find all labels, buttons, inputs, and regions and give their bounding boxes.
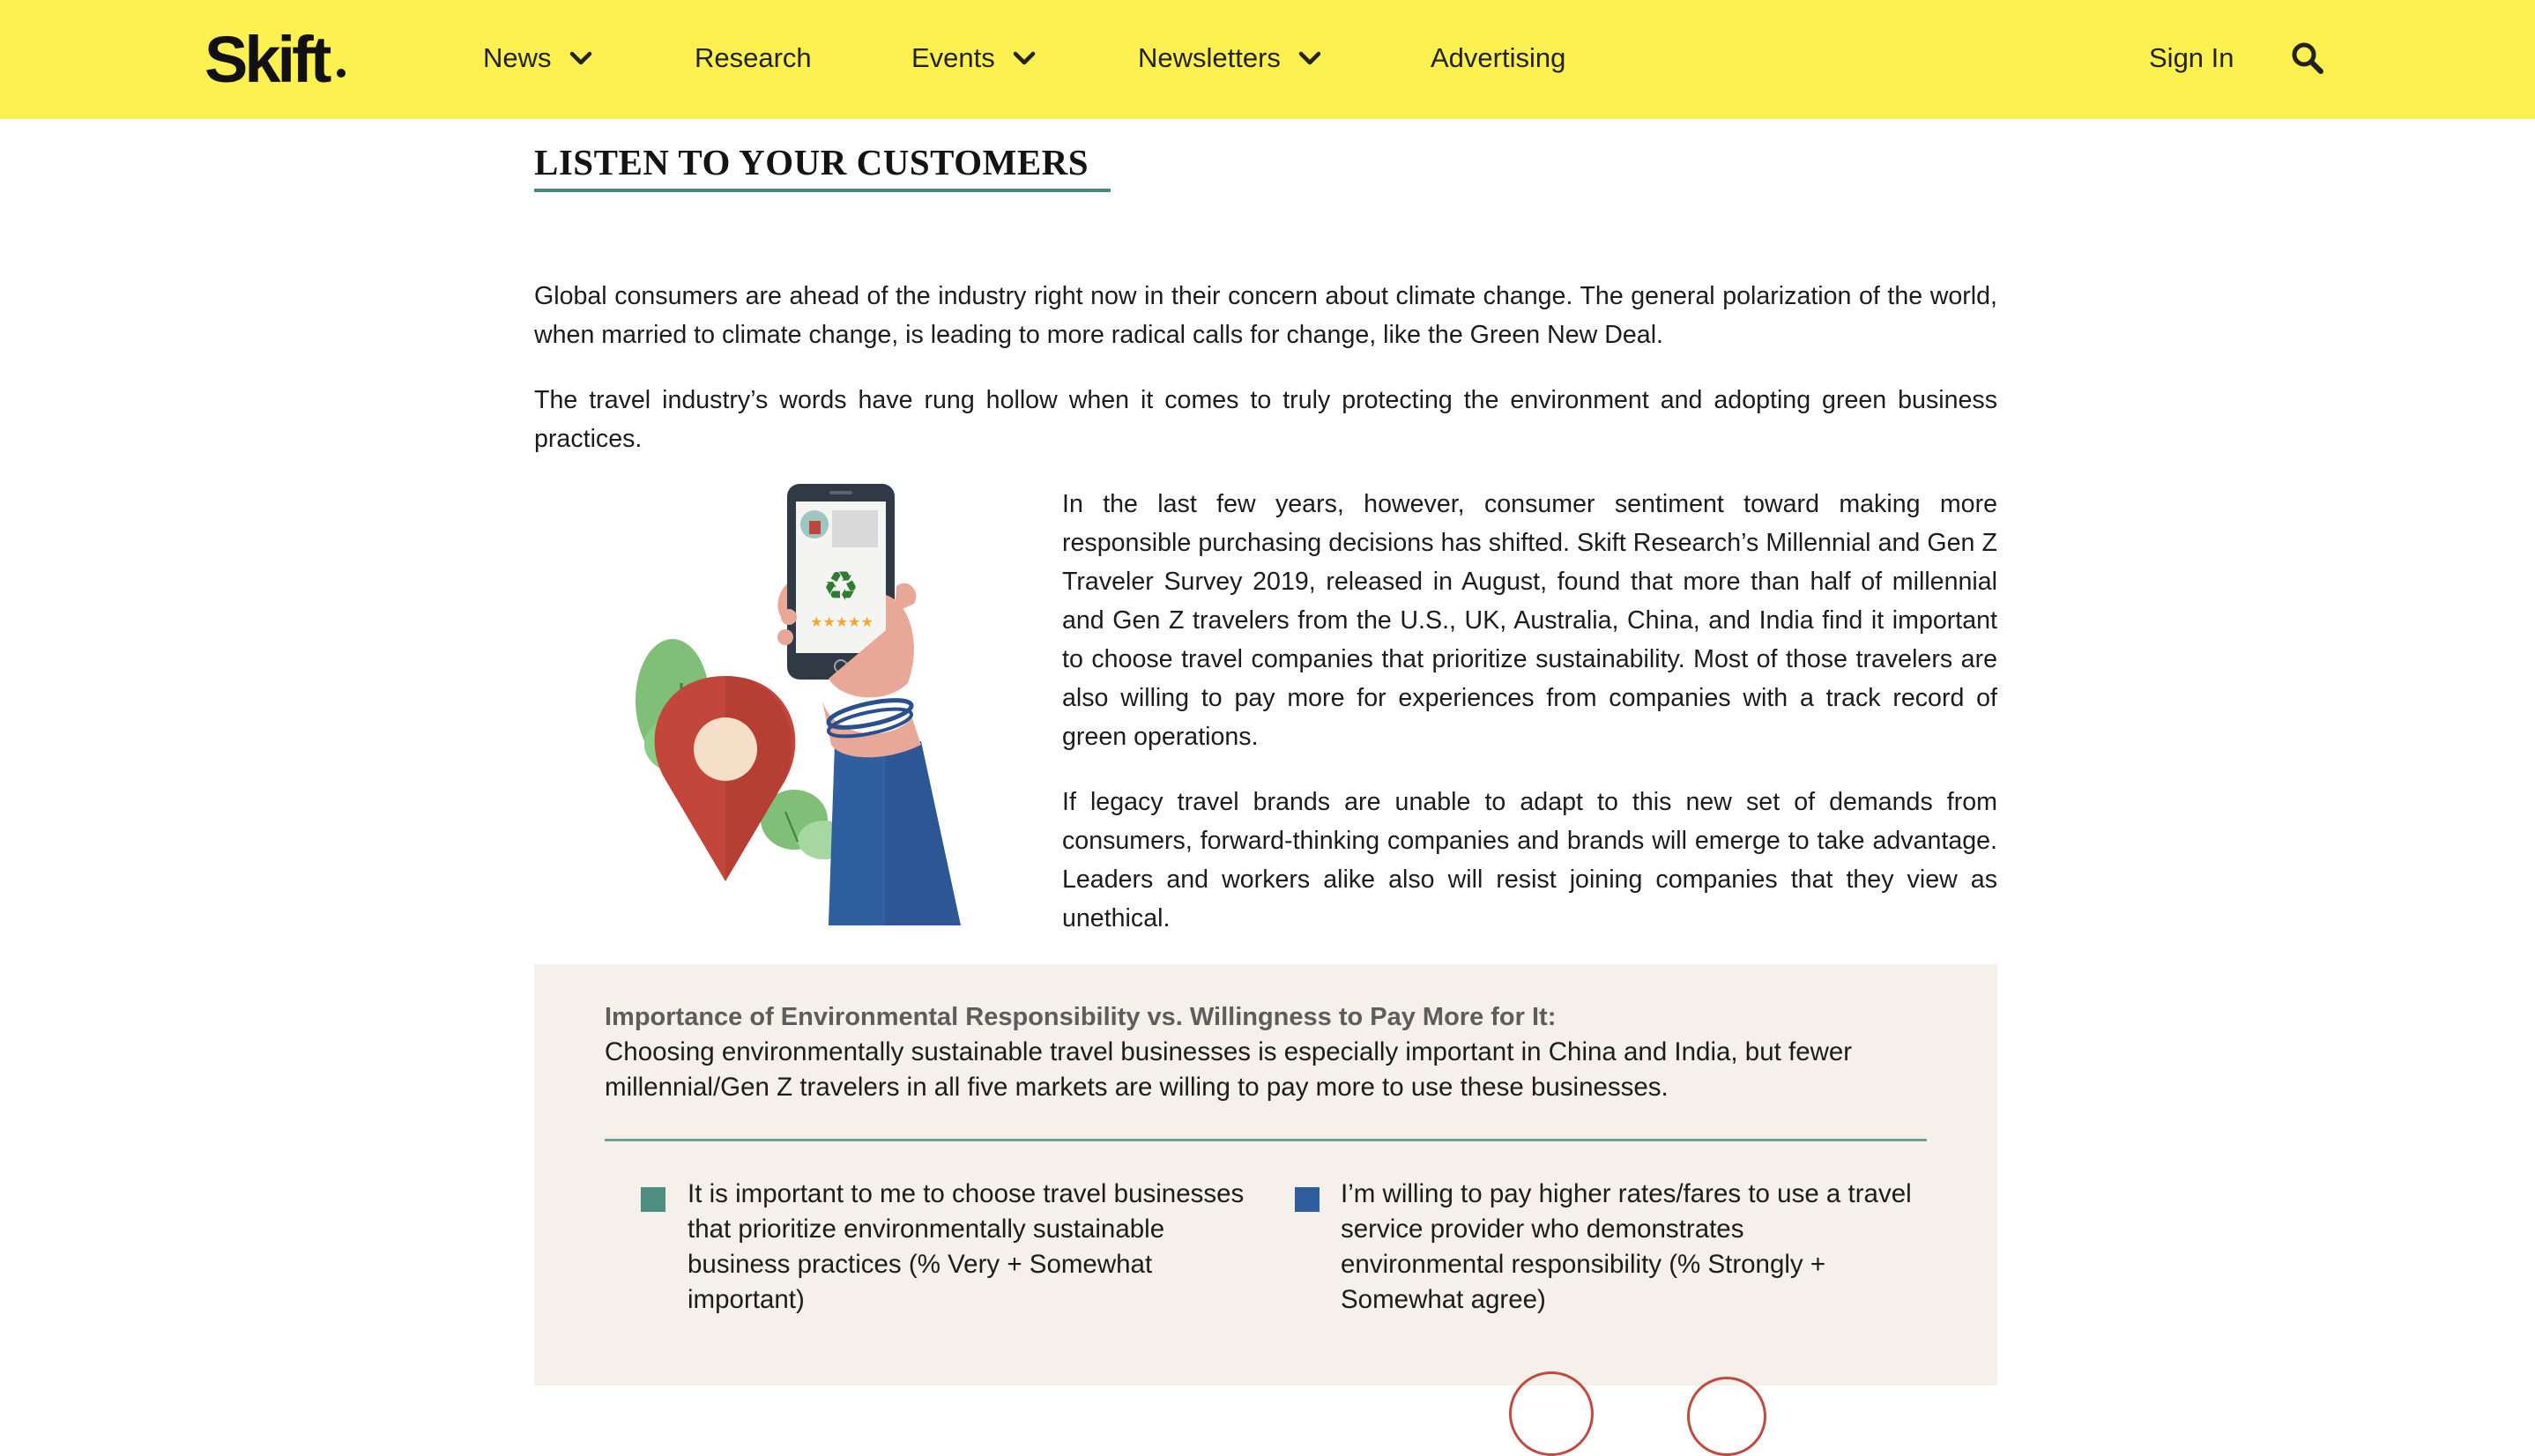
nav-item-label: Newsletters (1138, 42, 1281, 73)
nav-item-newsletters[interactable]: Newsletters (1138, 39, 1321, 78)
hand-phone-illustration: ♻ ★★★★★ (636, 484, 961, 925)
nav-item-research[interactable]: Research (695, 39, 812, 78)
legend-label-willingness: I’m willing to pay higher rates/fares to… (1341, 1179, 1912, 1314)
site-header: Skift News Research Events Newsletters A… (0, 0, 2535, 119)
article-paragraph: In the last few years, however, consumer… (1062, 490, 1997, 751)
nav-item-label: News (483, 42, 552, 73)
section-title: LISTEN TO YOUR CUSTOMERS (534, 142, 1089, 182)
chevron-down-icon (1298, 51, 1321, 65)
article-paragraph: The travel industry’s words have rung ho… (534, 386, 1997, 453)
infographic-subtitle: Choosing environmentally sustainable tra… (605, 1037, 1853, 1102)
infographic-divider (605, 1139, 1927, 1141)
chart-circle-marker (1509, 1371, 1594, 1456)
nav-item-advertising[interactable]: Advertising (1431, 39, 1565, 78)
nav-item-label: Research (695, 42, 812, 73)
nav-item-label: Advertising (1431, 42, 1566, 73)
section-title-underline (534, 189, 1111, 192)
logo-dot (337, 69, 346, 78)
chevron-down-icon (569, 51, 591, 65)
article-paragraph: If legacy travel brands are unable to ad… (1062, 788, 1997, 932)
legend-swatch-willingness (1295, 1187, 1320, 1212)
nav-item-events[interactable]: Events (911, 39, 1036, 78)
legend-label-importance: It is important to me to choose travel b… (688, 1179, 1245, 1314)
infographic-title: Importance of Environmental Responsibili… (605, 1003, 1557, 1031)
search-icon[interactable] (2290, 41, 2325, 76)
legend-swatch-importance (641, 1187, 665, 1212)
skift-logo[interactable]: Skift (204, 23, 331, 97)
svg-text:★★★★★: ★★★★★ (810, 613, 873, 630)
sign-in-link[interactable]: Sign In (2149, 39, 2234, 78)
article-paragraph: Global consumers are ahead of the indust… (534, 282, 1997, 349)
sign-in-label: Sign In (2149, 42, 2234, 73)
nav-item-label: Events (911, 42, 995, 73)
chart-circle-marker (1687, 1377, 1766, 1456)
svg-text:♻: ♻ (822, 562, 859, 610)
chevron-down-icon (1013, 51, 1036, 65)
nav-item-news[interactable]: News (483, 39, 592, 78)
